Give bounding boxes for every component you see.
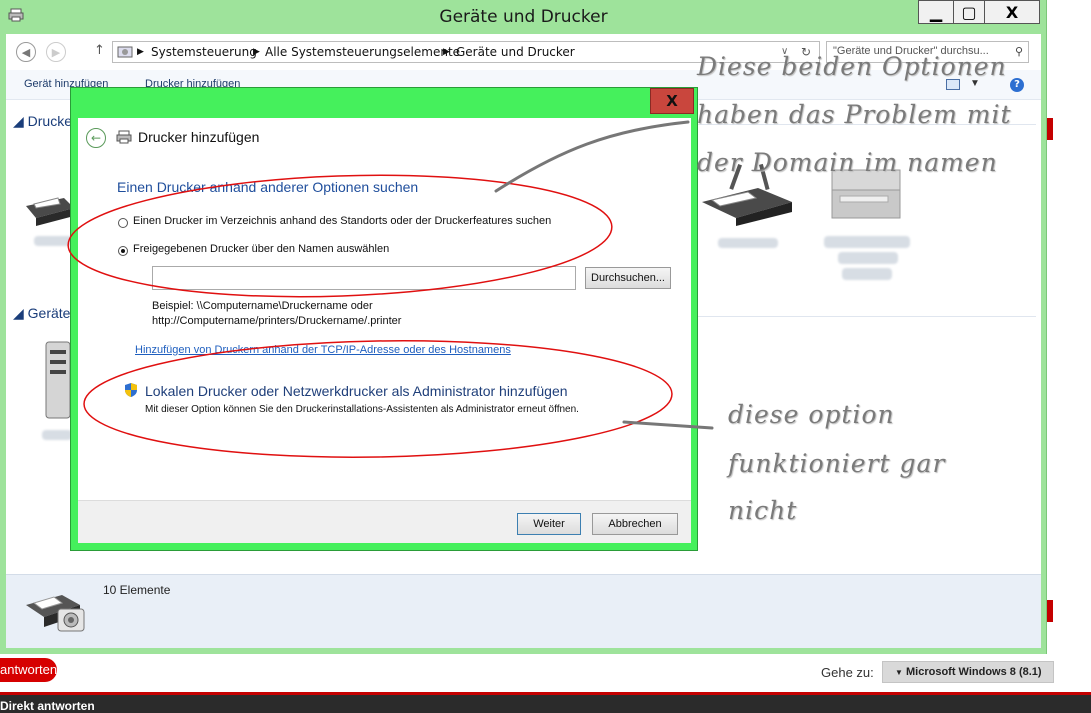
browse-button[interactable]: Durchsuchen... [585,267,671,289]
back-arrow-icon[interactable]: ◀ [16,42,36,62]
forward-arrow-icon[interactable]: ▶ [46,42,66,62]
dialog-heading: Einen Drucker anhand anderer Optionen su… [117,179,419,195]
breadcrumb-geraete-drucker[interactable]: Geräte und Drucker [456,45,575,59]
breadcrumb-sep-icon: ▶ [137,47,144,57]
blurred-label [824,236,910,248]
dialog-footer: Weiter Abbrechen [78,500,691,543]
breadcrumb-systemsteuerung[interactable]: Systemsteuerung [151,45,257,59]
chevron-down-icon: ▼ [895,668,903,677]
annotation-bottom-line-1: diese option [728,400,895,429]
radio-shared[interactable] [118,246,128,256]
blurred-label [718,238,778,248]
printer-icon[interactable] [24,188,76,228]
dialog-close-button[interactable]: X [650,88,694,114]
maximize-button[interactable]: ▢ [953,0,985,24]
blurred-label [34,236,74,246]
bottom-reply-bar: Direkt antworten [0,692,1091,713]
direct-reply-label[interactable]: Direkt antworten [0,699,95,713]
printer-icon [116,130,132,144]
annotation-top-line-1: Diese beiden Optionen [697,52,1007,81]
example-line-2: http://Computername/printers/Druckername… [152,315,402,327]
annotation-top-line-2: haben das Problem mit [697,100,1012,129]
option-directory-label[interactable]: Einen Drucker im Verzeichnis anhand des … [133,215,551,227]
admin-option-title[interactable]: Lokalen Drucker oder Netzwerkdrucker als… [145,383,568,399]
up-arrow-icon[interactable]: ↑ [94,43,105,58]
page-edge-accent [1047,118,1053,140]
window-title: Geräte und Drucker [439,7,608,27]
uac-shield-icon [125,383,137,397]
annotation-bottom-line-2: funktioniert gar [728,449,946,478]
control-panel-icon [117,46,133,58]
example-line-1: Beispiel: \\Computername\Druckername ode… [152,300,373,312]
section-devices-header[interactable]: ◢ Geräte [13,305,70,322]
search-icon: ⚲ [1014,46,1023,58]
dialog-title: Drucker hinzufügen [138,129,260,145]
admin-option-description: Mit dieser Option können Sie den Drucker… [145,404,579,415]
window-titlebar: Geräte und Drucker ▁ ▢ X [0,0,1047,34]
breadcrumb-sep-icon: ▶ [443,47,450,57]
radio-directory[interactable] [118,218,128,228]
annotation-bottom-line-3: nicht [728,496,798,525]
goto-label: Gehe zu: [821,665,874,680]
shared-printer-name-input[interactable] [152,266,576,290]
breadcrumb-sep-icon: ▶ [253,47,260,57]
breadcrumb-alle-elemente[interactable]: Alle Systemsteuerungselemente [265,45,460,59]
tcpip-link[interactable]: Hinzufügen von Druckern anhand der TCP/I… [135,344,511,356]
add-printer-dialog: X ← Drucker hinzufügen Einen Drucker anh… [70,87,698,551]
blurred-label [842,268,892,280]
section-printers-header[interactable]: ◢ Drucker [13,113,77,130]
minimize-button[interactable]: ▁ [918,0,954,24]
option-shared-label[interactable]: Freigegebenen Drucker über den Namen aus… [133,243,389,255]
close-button[interactable]: X [984,0,1040,24]
page-edge-accent [1047,600,1053,622]
details-pane: 10 Elemente [6,574,1041,648]
cancel-button[interactable]: Abbrechen [592,513,678,535]
blurred-label [42,430,72,440]
goto-select[interactable]: ▼ Microsoft Windows 8 (8.1) [882,661,1054,683]
annotation-top-line-3: der Domain im namen [697,148,998,177]
reply-button[interactable]: antworten [0,658,57,682]
next-button[interactable]: Weiter [517,513,581,535]
dialog-body: Einen Drucker anhand anderer Optionen su… [78,158,691,500]
item-count: 10 Elemente [103,583,171,597]
back-arrow-icon[interactable]: ← [86,128,106,148]
printer-camera-icon [26,595,85,632]
help-icon[interactable]: ? [1010,78,1024,92]
blurred-label [838,252,898,264]
dialog-header: ← Drucker hinzufügen [78,118,691,158]
